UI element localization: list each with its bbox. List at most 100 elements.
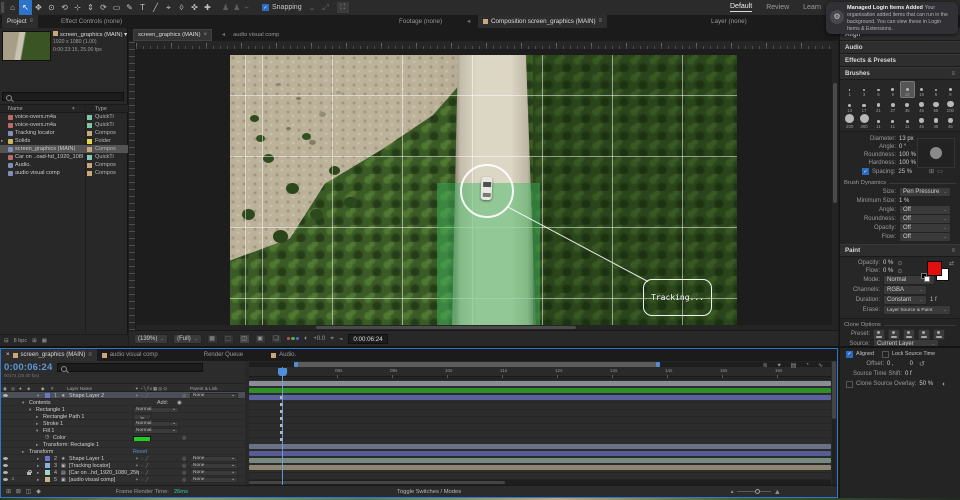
- brush-size-19[interactable]: 19: [915, 82, 928, 97]
- layer-switches[interactable]: ✦◌╱: [135, 477, 150, 483]
- clone-overlay-value[interactable]: 50 %: [919, 381, 933, 387]
- pickwhip-icon[interactable]: ◎: [182, 470, 186, 476]
- delete-brush-icon[interactable]: ▭: [937, 168, 943, 175]
- workspace-default[interactable]: Default: [730, 3, 752, 12]
- timeline-row-contents[interactable]: ▾ContentsAdd: ◉: [1, 399, 245, 406]
- stopwatch-icon[interactable]: ◷: [45, 434, 49, 440]
- clone-preset-3[interactable]: [903, 329, 915, 340]
- label-color-swatch[interactable]: [45, 463, 50, 468]
- brush-size-11[interactable]: 11: [872, 114, 885, 129]
- twirl-icon[interactable]: ▸: [36, 414, 38, 420]
- parent-dropdown[interactable]: None⌄: [190, 463, 238, 469]
- project-item-solids[interactable]: ▸SolidsFolder: [0, 137, 128, 145]
- tab-layer-none-[interactable]: Layer (none): [706, 15, 752, 28]
- view-options-icon[interactable]: ▣: [255, 334, 266, 344]
- brush-size-11[interactable]: 11: [901, 114, 914, 129]
- project-item-tracking-locator[interactable]: Tracking locatorCompos: [0, 129, 128, 137]
- foreground-color-swatch[interactable]: [927, 261, 942, 276]
- prop-value[interactable]: 13 px: [899, 136, 914, 142]
- new-composition-icon[interactable]: ▦: [42, 338, 47, 344]
- channels-dropdown[interactable]: RGBA⌄: [883, 285, 927, 295]
- playhead-handle[interactable]: [278, 368, 287, 376]
- timeline-tab-screen-graphics-main-[interactable]: ×screen_graphics (MAIN)≡: [1, 349, 97, 361]
- parent-link-header[interactable]: Parent & Link: [190, 386, 218, 391]
- twirl-icon[interactable]: ▸: [37, 477, 39, 483]
- column-type[interactable]: Type: [95, 106, 107, 112]
- new-brush-icon[interactable]: ⊞: [929, 168, 934, 175]
- timeline-tab-audio-[interactable]: Audio.: [266, 349, 301, 361]
- project-search-input[interactable]: [2, 92, 124, 101]
- zoom-knob[interactable]: [755, 489, 760, 494]
- swap-colors-icon[interactable]: ⇄: [949, 260, 954, 267]
- brush-size-3[interactable]: 3: [857, 82, 870, 97]
- opacity-value[interactable]: 0 %: [883, 260, 893, 266]
- project-item-audio-[interactable]: Audio.Compos: [0, 161, 128, 169]
- prop-value[interactable]: 0 °: [899, 144, 906, 150]
- timeline-row--audio-visual-comp-[interactable]: ♫▸5▣[audio visual comp]✦◌╱◎None⌄: [1, 476, 245, 483]
- pickwhip-icon[interactable]: ◎: [182, 393, 186, 399]
- zoom-in-icon[interactable]: ▲: [774, 487, 781, 496]
- brush-size-5[interactable]: 5: [929, 82, 942, 97]
- exposure-value[interactable]: +0.0: [313, 336, 325, 342]
- brush-size-35[interactable]: 35: [901, 98, 914, 113]
- keyframe-icon[interactable]: ◆: [36, 489, 40, 495]
- brush-size-9[interactable]: 9: [944, 82, 957, 97]
- brush-size-65[interactable]: 65: [929, 98, 942, 113]
- label-color-swatch[interactable]: [45, 393, 50, 398]
- workspace-review[interactable]: Review: [766, 4, 789, 11]
- tracking-callout-box[interactable]: Tracking...: [643, 279, 712, 316]
- current-timecode[interactable]: 0:00:06:24: [4, 362, 52, 373]
- spacing-checkbox[interactable]: ✓: [862, 168, 869, 175]
- stylus-flow-icon[interactable]: ⊙: [897, 268, 902, 275]
- home-tool-icon[interactable]: ⌂: [6, 0, 19, 15]
- parent-dropdown[interactable]: None⌄: [190, 393, 238, 399]
- brush-size-5[interactable]: 5: [872, 82, 885, 97]
- project-column-headers[interactable]: Name Type ▾: [0, 104, 128, 113]
- pickwhip-icon[interactable]: ◎: [182, 463, 186, 469]
- parent-dropdown[interactable]: None⌄: [190, 470, 238, 476]
- offset-x[interactable]: 0 ,: [887, 361, 894, 367]
- twirl-icon[interactable]: ▾: [36, 428, 38, 434]
- brush-size-13[interactable]: 13: [901, 82, 914, 97]
- pan-camera-tool-icon[interactable]: ⊹: [71, 0, 84, 15]
- timeline-row-fill-1[interactable]: ▾Fill 1Normal⌄: [1, 427, 245, 434]
- stylus-opacity-icon[interactable]: ⊙: [897, 260, 902, 267]
- twirl-icon[interactable]: ▸: [22, 449, 24, 455]
- timeline-row-transform-rectangle-1[interactable]: ▸Transform: Rectangle 1: [1, 441, 245, 448]
- layer-duration-bar[interactable]: [249, 444, 831, 449]
- timeline-row--car-on-hd-1920-1080-25fps-mp4-[interactable]: ▸4▤[Car on ..hd_1920_1080_25fps.mp4]✦◌╱◎…: [1, 469, 245, 476]
- lock-icon[interactable]: [27, 472, 31, 475]
- region-select-icon[interactable]: ⛶: [336, 1, 350, 14]
- viewer-timecode[interactable]: 0:00:06:24: [348, 334, 387, 344]
- layer-name[interactable]: Shape Layer 1: [69, 456, 104, 462]
- snapping-checkbox[interactable]: ✓: [262, 4, 269, 11]
- eye-icon[interactable]: [3, 478, 8, 481]
- brush-size-17[interactable]: 17: [857, 98, 870, 113]
- section-header-effects-presets[interactable]: Effects & Presets: [840, 54, 960, 67]
- offset-reset-icon[interactable]: ↺: [919, 360, 925, 368]
- rectangle-tool-icon[interactable]: ▭: [110, 0, 123, 15]
- offset-y[interactable]: 0: [910, 361, 913, 367]
- clone-stamp-tool-icon[interactable]: ⌖: [162, 0, 175, 15]
- brush-size-9[interactable]: 9: [886, 82, 899, 97]
- project-item-voice-overs-m4a[interactable]: voice-overs.m4aQuickTi: [0, 113, 128, 121]
- layer-switches[interactable]: ✦◌╱: [135, 393, 150, 399]
- composition-canvas[interactable]: Tracking...: [136, 49, 832, 330]
- show-snapshot-icon[interactable]: ⌁: [339, 335, 343, 343]
- rotation-tool-icon[interactable]: ⟳: [97, 0, 110, 15]
- duration-frames[interactable]: 1 f: [930, 297, 937, 303]
- close-icon[interactable]: ×: [204, 32, 208, 38]
- panel-menu-icon[interactable]: ≡: [599, 15, 603, 28]
- transparency-grid-icon[interactable]: ▦: [207, 334, 218, 344]
- timeline-vertical-scrollbar[interactable]: [832, 361, 836, 485]
- clone-preset-5[interactable]: [933, 329, 945, 340]
- eraser-tool-icon[interactable]: ◊: [175, 0, 188, 15]
- time-ruler[interactable]: 07s08s09s10s11s12s13s14s15s16s: [249, 367, 831, 377]
- layer-duration-bar[interactable]: [249, 465, 831, 470]
- timeline-zoom-slider[interactable]: ▴ ▲: [731, 487, 781, 496]
- timeline-row-stroke-1[interactable]: ▸Stroke 1Normal⌄: [1, 420, 245, 427]
- layer-name[interactable]: [Tracking locator]: [69, 463, 110, 469]
- roto-brush-tool-icon[interactable]: ✜: [188, 0, 201, 15]
- workspace-learn[interactable]: Learn: [803, 4, 821, 11]
- dynamics-dropdown[interactable]: Pen Pressure⌄: [899, 187, 951, 197]
